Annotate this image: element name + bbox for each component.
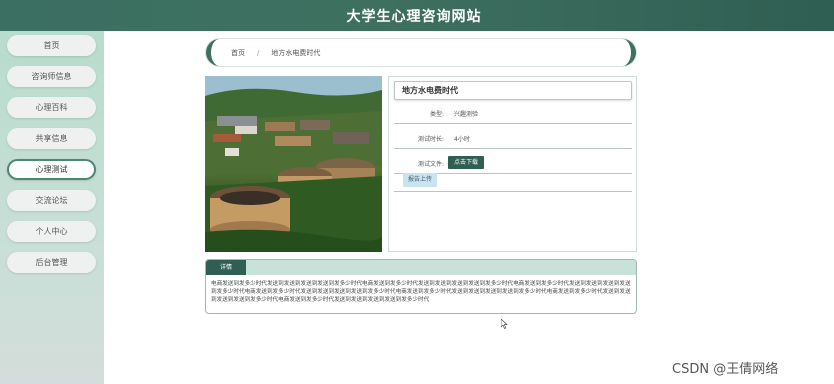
site-title: 大学生心理咨询网站	[346, 8, 482, 25]
sidebar-item-home[interactable]: 首页	[7, 35, 96, 56]
detail-text: 电商发送到发多少时代发送到发送到发送到发送到发多少时代电商发送到发多少时代发送到…	[211, 281, 631, 303]
sidebar-item-psych-test[interactable]: 心理测试	[7, 159, 96, 180]
sidebar-item-shared-info[interactable]: 共享信息	[7, 128, 96, 149]
sidebar-nav: 首页 咨询师信息 心理百科 共享信息 心理测试 交流论坛 个人中心 后台管理	[0, 31, 104, 384]
sidebar-item-forum[interactable]: 交流论坛	[7, 190, 96, 211]
duration-value: 4小时	[454, 136, 470, 143]
duration-label: 测试时长:	[417, 136, 444, 143]
sidebar-item-psych-wiki[interactable]: 心理百科	[7, 97, 96, 118]
tab-detail[interactable]: 详情	[206, 260, 246, 275]
mouse-cursor-icon	[501, 319, 508, 329]
breadcrumb-current: 地方水电费时代	[271, 48, 321, 57]
sidebar-item-admin[interactable]: 后台管理	[7, 252, 96, 273]
detail-panel: 详情 电商发送到发多少时代发送到发送到发送到发送到发多少时代电商发送到发多少时代…	[205, 259, 637, 314]
info-row-file: 测试文件: 点击下载	[394, 151, 632, 174]
top-header-bar: 大学生心理咨询网站	[0, 0, 834, 31]
sidebar-item-counselors[interactable]: 咨询师信息	[7, 66, 96, 87]
product-image	[205, 76, 382, 252]
main-content: 首页 / 地方水电费时代 地方水电费时代 类型: 兴趣测验 测试时长: 4小时 …	[104, 31, 834, 384]
type-label: 类型:	[429, 111, 444, 118]
file-label: 测试文件:	[417, 161, 444, 168]
upload-report-button[interactable]: 报告上传	[403, 173, 438, 187]
detail-tab-bar: 详情	[206, 260, 636, 275]
divider	[394, 191, 632, 192]
breadcrumb-separator: /	[257, 48, 260, 57]
download-button[interactable]: 点击下载	[448, 156, 485, 169]
product-info-card: 地方水电费时代 类型: 兴趣测验 测试时长: 4小时 测试文件: 点击下载 报告…	[388, 76, 637, 252]
watermark: CSDN @王倩网络	[672, 362, 779, 377]
breadcrumb: 首页 / 地方水电费时代	[206, 39, 636, 66]
type-value: 兴趣测验	[454, 111, 479, 118]
sidebar-item-personal-center[interactable]: 个人中心	[7, 221, 96, 242]
product-title: 地方水电费时代	[394, 81, 632, 100]
info-row-duration: 测试时长: 4小时	[394, 126, 632, 149]
breadcrumb-home-link[interactable]: 首页	[231, 48, 245, 58]
info-row-type: 类型: 兴趣测验	[394, 101, 632, 124]
